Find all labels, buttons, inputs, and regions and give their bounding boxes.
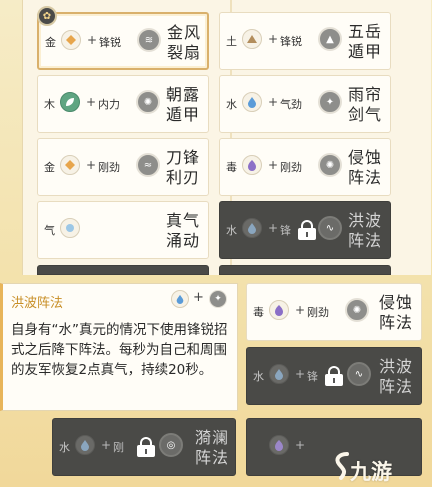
- sharp-strike-icon: ✦: [209, 290, 227, 308]
- element-label: 木: [44, 98, 55, 111]
- water-drop-icon: [75, 435, 95, 455]
- attack-type: 锋锐: [280, 35, 302, 48]
- watermark-text: 九游: [350, 460, 392, 484]
- skill-title: 真气涌动: [165, 211, 200, 250]
- element-label: 毒: [226, 161, 237, 174]
- combo-card-qinshi[interactable]: 毒 + 刚劲 ✺ 侵蚀阵法: [219, 138, 391, 196]
- tooltip-title: 洪波阵法: [11, 296, 64, 311]
- attack-type: 刚劲: [98, 161, 120, 174]
- element-label: 水: [59, 441, 70, 454]
- plus-sign: +: [101, 438, 112, 452]
- skill-title: 金风裂扇: [166, 23, 201, 62]
- wind-icon: ≋: [137, 28, 161, 52]
- flower-icon: ✿: [37, 6, 57, 26]
- swirl-icon: ✺: [345, 298, 369, 322]
- combo-card-partial: [37, 265, 209, 275]
- metal-icon: [60, 155, 80, 175]
- water-drop-icon: [269, 364, 289, 384]
- attack-type: 内力: [98, 98, 120, 111]
- plus-sign: +: [86, 95, 97, 109]
- lock-icon: [298, 220, 316, 240]
- element-label: 水: [226, 98, 237, 111]
- skill-title: 侵蚀阵法: [347, 148, 382, 187]
- skill-title: 洪波阵法: [378, 357, 413, 396]
- plus-sign: +: [87, 33, 98, 47]
- water-drop-icon: [242, 92, 262, 112]
- skill-title: 刀锋利刃: [165, 148, 200, 187]
- plus-sign: +: [268, 158, 279, 172]
- plus-sign: +: [295, 367, 306, 381]
- element-label: 水: [226, 224, 237, 237]
- water-drop-icon: [171, 290, 189, 308]
- combo-card-daofeng[interactable]: 金 + 刚劲 ≈ 刀锋利刃: [37, 138, 209, 196]
- skill-title: 侵蚀阵法: [378, 293, 413, 332]
- plus-sign: +: [193, 290, 204, 305]
- combo-card-jinfeng[interactable]: 金 + 锋锐 ≋ 金风裂扇: [37, 12, 209, 70]
- skill-title: 朝露遁甲: [165, 85, 200, 124]
- plus-sign: +: [268, 95, 279, 109]
- combo-card-zhenqi[interactable]: 气 真气涌动: [37, 201, 209, 259]
- element-label: 毒: [253, 306, 264, 319]
- attack-type: 锋锐: [99, 36, 121, 49]
- mountain-icon: ▲: [318, 27, 342, 51]
- whirlpool-icon: ◎: [159, 433, 183, 457]
- wood-leaf-icon: [60, 92, 80, 112]
- plus-sign: +: [295, 303, 306, 317]
- element-label: 土: [226, 35, 237, 48]
- element-label: 气: [44, 224, 55, 237]
- plus-sign: +: [268, 221, 279, 235]
- skill-title: 五岳遁甲: [347, 22, 382, 61]
- skill-tooltip: 洪波阵法 + ✦ 自身有“水”真元的情况下使用锋锐招式之后降下阵法。每秒为自己和…: [0, 283, 238, 411]
- plus-sign: +: [268, 32, 279, 46]
- attack-type: 刚劲: [307, 306, 329, 319]
- attack-type: 气劲: [280, 98, 302, 111]
- combo-card-hongbo-locked[interactable]: 水 + 锋 ∿ 洪波阵法: [219, 201, 391, 259]
- wind-blade-icon: ≈: [136, 153, 160, 177]
- swirl-icon: ✺: [136, 90, 160, 114]
- poison-icon: [269, 435, 289, 455]
- combo-card-wuyue[interactable]: 土 + 锋锐 ▲ 五岳遁甲: [219, 12, 391, 70]
- metal-icon: [61, 30, 81, 50]
- skill-title: 洪波阵法: [347, 211, 382, 250]
- tooltip-description: 自身有“水”真元的情况下使用锋锐招式之后降下阵法。每秒为自己和周围的友军恢复2点…: [11, 322, 228, 378]
- poison-icon: [242, 155, 262, 175]
- swirl-icon: ✺: [318, 153, 342, 177]
- plus-sign: +: [295, 438, 306, 452]
- lock-icon: [137, 437, 155, 457]
- combo-card-qinshi-2[interactable]: 毒 + 刚劲 ✺ 侵蚀阵法: [246, 283, 422, 341]
- earth-icon: [242, 29, 262, 49]
- combo-card-hongbo-locked-2[interactable]: 水 + 锋 ∿ 洪波阵法: [246, 347, 422, 405]
- wave-icon: ∿: [318, 216, 342, 240]
- watermark-logo-icon: [335, 452, 349, 480]
- skill-title: 雨帘剑气: [347, 85, 382, 124]
- attack-type: 刚: [113, 441, 124, 454]
- element-label: 金: [44, 161, 55, 174]
- skill-title: 漪澜阵法: [194, 428, 229, 467]
- combo-card-yilan-locked[interactable]: 水 + 刚 ◎ 漪澜阵法: [52, 418, 236, 476]
- poison-icon: [269, 300, 289, 320]
- wave-icon: ∿: [347, 362, 371, 386]
- attack-type: 锋: [307, 370, 318, 383]
- lock-icon: [325, 366, 343, 386]
- combo-card-zhaolu[interactable]: 木 + 内力 ✺ 朝露遁甲: [37, 75, 209, 133]
- element-label: 金: [45, 36, 56, 49]
- combo-card-yulian[interactable]: 水 + 气劲 ✦ 雨帘剑气: [219, 75, 391, 133]
- attack-type: 锋: [280, 224, 291, 237]
- plus-sign: +: [86, 158, 97, 172]
- combo-card-partial: [219, 265, 391, 275]
- water-drop-icon: [242, 218, 262, 238]
- attack-type: 刚劲: [280, 161, 302, 174]
- qi-icon: [60, 218, 80, 238]
- element-label: 水: [253, 370, 264, 383]
- sword-icon: ✦: [318, 90, 342, 114]
